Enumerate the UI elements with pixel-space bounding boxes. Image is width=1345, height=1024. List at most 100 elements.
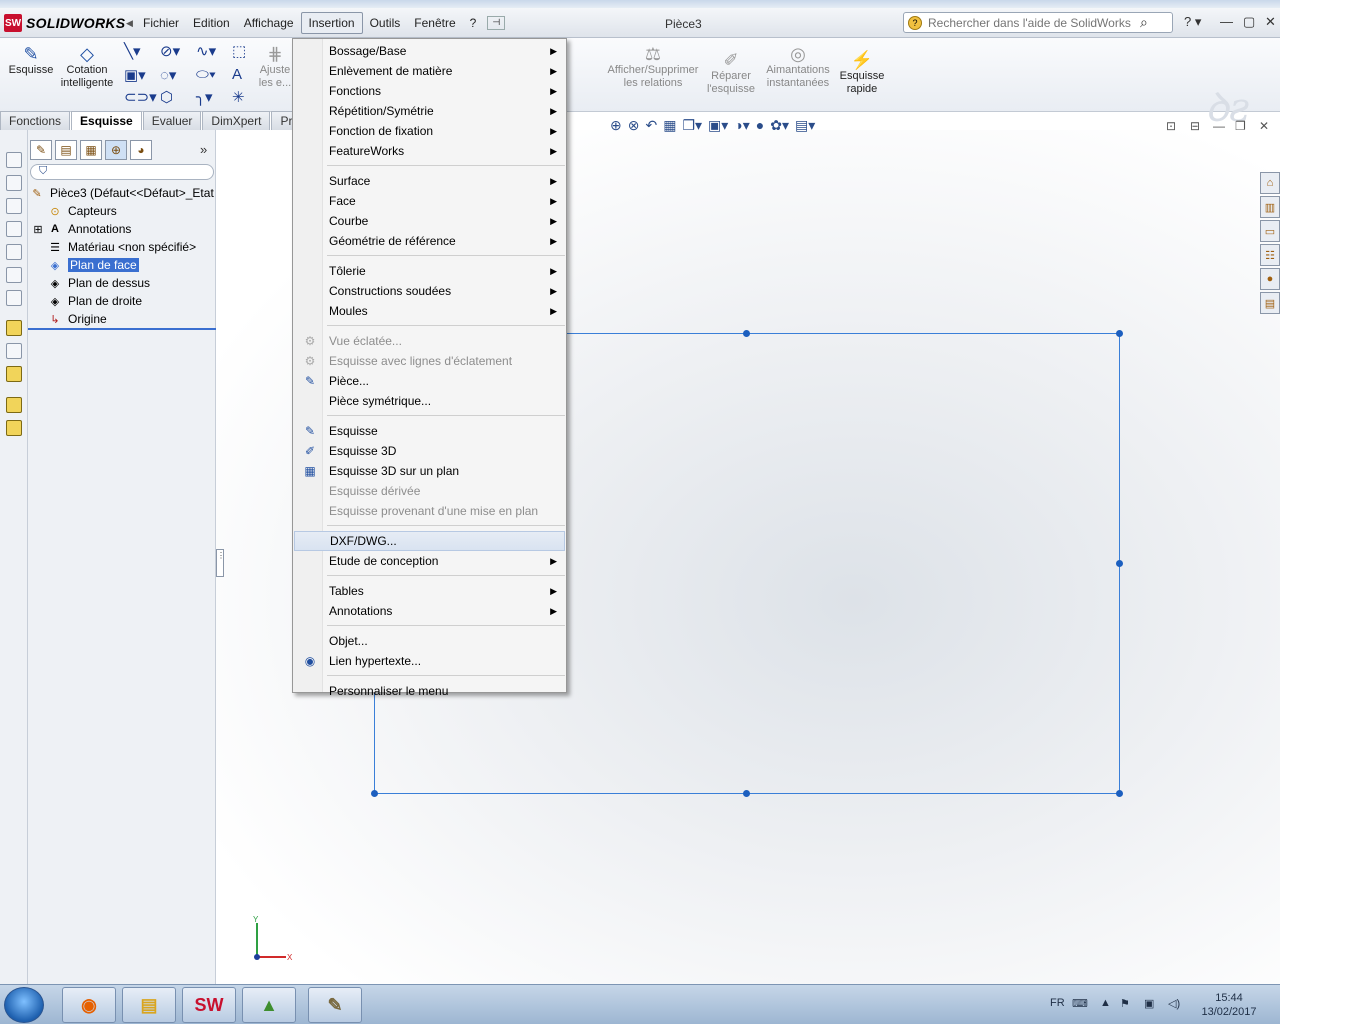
section-view-icon[interactable]: ▦ — [663, 117, 676, 134]
menu-item-annotations[interactable]: Annotations ▶ — [294, 601, 565, 621]
point-icon[interactable]: ✳ — [232, 88, 245, 106]
close-icon[interactable]: ✕ — [1265, 14, 1276, 30]
app-taskbar-icon[interactable]: ▲ — [242, 987, 296, 1023]
menu-item-etude-de-conception[interactable]: Etude de conception ▶ — [294, 551, 565, 571]
esquisse-rapide-button[interactable]: ⚡ Esquisse rapide — [838, 50, 886, 96]
menu-item-dxf-dwg[interactable]: DXF/DWG... — [294, 531, 565, 551]
pin-menu-icon[interactable]: ⊣ — [487, 16, 506, 30]
tab-dimxpert[interactable]: DimXpert — [202, 111, 271, 130]
afficher-relations-button[interactable]: ⚖ Afficher/Supprimer les relations — [604, 44, 702, 90]
help-search-input[interactable] — [928, 15, 1138, 30]
menu-item-bossage-base[interactable]: Bossage/Base ▶ — [294, 41, 565, 61]
file-explorer-icon[interactable]: ▭ — [1260, 220, 1280, 242]
view-orientation-icon[interactable]: ❒▾ — [682, 117, 702, 134]
sketch-point[interactable] — [371, 790, 378, 797]
design-library-icon[interactable]: ▥ — [1260, 196, 1280, 218]
ajuster-button[interactable]: ⋕ Ajuste les e... — [256, 44, 294, 90]
viewport-link-icon[interactable]: ⊟ — [1190, 119, 1200, 133]
menu-item-surface[interactable]: Surface ▶ — [294, 171, 565, 191]
sketch-point[interactable] — [1116, 560, 1123, 567]
viewport-restore-icon[interactable]: ❐ — [1235, 119, 1246, 133]
revolve-icon[interactable] — [6, 175, 22, 191]
view-settings-icon[interactable]: ▤▾ — [795, 117, 815, 134]
dimension-tool-icon[interactable] — [6, 343, 22, 359]
language-indicator[interactable]: FR — [1050, 997, 1065, 1009]
construction-icon[interactable]: ⬚ — [232, 42, 246, 60]
rectangle-icon[interactable]: ▣▾ — [124, 66, 146, 84]
menu-item-moules[interactable]: Moules ▶ — [294, 301, 565, 321]
slot-icon[interactable]: ⊂⊃▾ — [124, 88, 157, 106]
menu-item-enlèvement-de-matière[interactable]: Enlèvement de matière ▶ — [294, 61, 565, 81]
display-style-icon[interactable]: ▣▾ — [708, 117, 728, 134]
menu-item-lien-hypertexte[interactable]: ◉ Lien hypertexte... — [294, 651, 565, 671]
menu-fichier[interactable]: Fichier — [136, 13, 186, 33]
volume-icon[interactable]: ◁) — [1168, 997, 1180, 1010]
cotation-button[interactable]: ◇ Cotation intelligente — [58, 44, 116, 90]
fillet-feature-icon[interactable] — [6, 267, 22, 283]
loft-icon[interactable] — [6, 221, 22, 237]
tree-item-capteurs[interactable]: ⊙ Capteurs — [48, 202, 116, 220]
menu-fenetre[interactable]: Fenêtre — [407, 13, 462, 33]
menu-item-fonction-de-fixation[interactable]: Fonction de fixation ▶ — [294, 121, 565, 141]
property-manager-tab-icon[interactable]: ▤ — [55, 140, 77, 160]
polygon-icon[interactable]: ⬡ — [160, 88, 173, 106]
expand-icon[interactable]: ⊞ — [32, 222, 44, 236]
sketch-point[interactable] — [1116, 790, 1123, 797]
layer-properties-icon[interactable] — [6, 420, 22, 436]
menu-help[interactable]: ? — [463, 13, 484, 33]
view-palette-icon[interactable]: ☷ — [1260, 244, 1280, 266]
firefox-taskbar-icon[interactable]: ◉ — [62, 987, 116, 1023]
esquisse-button[interactable]: ✎ Esquisse — [6, 44, 56, 77]
action-center-flag-icon[interactable]: ⚑ — [1120, 997, 1130, 1010]
network-icon[interactable]: ▣ — [1144, 997, 1154, 1010]
menu-item-courbe[interactable]: Courbe ▶ — [294, 211, 565, 231]
extrude-icon[interactable] — [6, 152, 22, 168]
menu-insertion[interactable]: Insertion — [300, 12, 363, 34]
search-icon[interactable]: ⌕ — [1140, 14, 1148, 31]
relations-tool-icon[interactable] — [6, 366, 22, 382]
custom-properties-icon[interactable]: ▤ — [1260, 292, 1280, 314]
tab-esquisse[interactable]: Esquisse — [71, 111, 142, 130]
keyboard-icon[interactable]: ⌨ — [1072, 997, 1088, 1010]
dimxpert-tab-icon[interactable]: ⊕ — [105, 140, 127, 160]
menu-collapse-arrow-icon[interactable]: ◀ — [126, 18, 136, 29]
viewport-split-icon[interactable]: ⊡ — [1166, 119, 1176, 133]
tree-root[interactable]: ✎ Pièce3 (Défaut<<Défaut>_Etat — [30, 184, 213, 202]
tree-item-plan-de-dessus[interactable]: ◈ Plan de dessus — [48, 274, 150, 292]
menu-item-pièce-symétrique[interactable]: Pièce symétrique... — [294, 391, 565, 411]
shell-icon[interactable] — [6, 290, 22, 306]
solidworks-taskbar-icon[interactable]: SW — [182, 987, 236, 1023]
menu-item-esquisse[interactable]: ✎ Esquisse — [294, 421, 565, 441]
menu-affichage[interactable]: Affichage — [237, 13, 301, 33]
reparer-esquisse-button[interactable]: ✐ Réparer l'esquisse — [704, 50, 758, 96]
start-button[interactable] — [4, 987, 44, 1023]
previous-view-icon[interactable]: ↶ — [645, 117, 657, 134]
home-icon[interactable]: ⌂ — [1260, 172, 1280, 194]
minimize-icon[interactable]: — — [1220, 14, 1233, 29]
layer-icon[interactable] — [6, 397, 22, 413]
menu-outils[interactable]: Outils — [363, 13, 408, 33]
sketch-point[interactable] — [743, 330, 750, 337]
viewport-close-icon[interactable]: ✕ — [1259, 119, 1269, 133]
feature-tree-tab-icon[interactable]: ✎ — [30, 140, 52, 160]
tree-filter[interactable]: ⛉ — [30, 164, 214, 180]
menu-item-répétition-symétrie[interactable]: Répétition/Symétrie ▶ — [294, 101, 565, 121]
cut-icon[interactable] — [6, 244, 22, 260]
zoom-fit-icon[interactable]: ⊕ — [610, 117, 622, 134]
tree-item-plan-de-droite[interactable]: ◈ Plan de droite — [48, 292, 142, 310]
panel-splitter-handle[interactable]: ⋮ — [216, 549, 225, 577]
appearance-icon[interactable]: ● — [756, 117, 764, 134]
aimantations-button[interactable]: ◎ Aimantations instantanées — [760, 44, 836, 90]
menu-item-constructions-soudées[interactable]: Constructions soudées ▶ — [294, 281, 565, 301]
spline-icon[interactable]: ∿▾ — [196, 42, 216, 60]
system-clock[interactable]: 15:44 13/02/2017 — [1198, 991, 1260, 1019]
tree-rollback-bar[interactable] — [28, 328, 216, 330]
tree-item-annotations[interactable]: ⊞ A Annotations — [32, 220, 131, 238]
menu-item-personnaliser-le-menu[interactable]: Personnaliser le menu — [294, 681, 565, 701]
arc-icon[interactable]: ◌▾ — [160, 66, 176, 84]
fillet-icon[interactable]: ╮▾ — [196, 88, 213, 106]
menu-edition[interactable]: Edition — [186, 13, 237, 33]
menu-item-face[interactable]: Face ▶ — [294, 191, 565, 211]
help-search[interactable]: ? ⌕ — [903, 12, 1173, 33]
help-dropdown-icon[interactable]: ? ▾ — [1184, 14, 1201, 30]
